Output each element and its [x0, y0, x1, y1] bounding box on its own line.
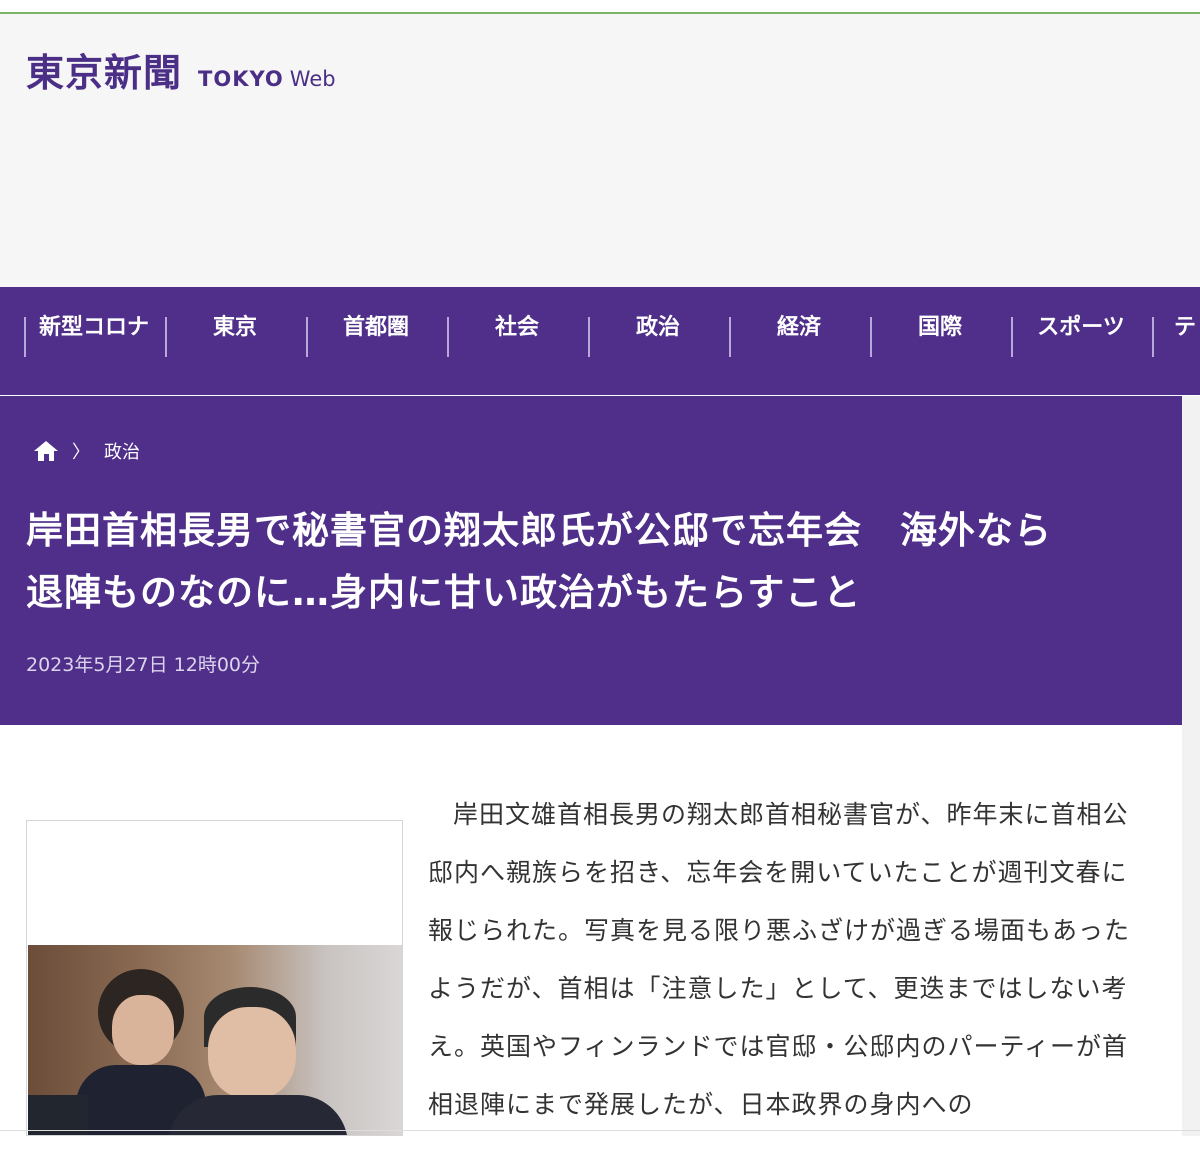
article-date: 2023年5月27日 12時00分	[26, 654, 261, 676]
category-nav: 新型コロナ 東京 首都圏 社会 政治 経済 国際 スポーツ テ	[0, 287, 1200, 395]
nav-item-label: 新型コロナ	[38, 315, 149, 340]
nav-separator	[870, 317, 872, 357]
logo-web: Web	[289, 67, 336, 91]
nav-item-society[interactable]: 社会	[447, 309, 588, 357]
nav-separator	[729, 317, 731, 357]
article-title-line1: 岸田首相長男で秘書官の翔太郎氏が公邸で忘年会 海外なら	[26, 509, 1052, 552]
breadcrumb-separator: 〉	[72, 442, 90, 463]
article-photo-card[interactable]	[26, 820, 403, 1136]
nav-item-label: 東京	[212, 315, 257, 340]
nav-item-economy[interactable]: 経済	[729, 309, 870, 357]
article-photo	[28, 945, 402, 1135]
nav-item-label: 首都圏	[342, 315, 409, 340]
nav-item-label: 社会	[494, 315, 539, 340]
nav-item-corona[interactable]: 新型コロナ	[24, 309, 165, 357]
bottom-divider	[0, 1130, 1200, 1131]
article-header: 〉 政治 岸田首相長男で秘書官の翔太郎氏が公邸で忘年会 海外なら 退陣ものなのに…	[0, 396, 1182, 725]
nav-item-label: 経済	[776, 315, 821, 340]
nav-item-label: 政治	[635, 315, 680, 340]
nav-item-metropolitan[interactable]: 首都圏	[306, 309, 447, 357]
nav-item-label: スポーツ	[1037, 315, 1125, 340]
breadcrumb-category[interactable]: 政治	[104, 438, 140, 464]
article-title: 岸田首相長男で秘書官の翔太郎氏が公邸で忘年会 海外なら 退陣ものなのに…身内に甘…	[26, 500, 1166, 624]
article-title-line2: 退陣ものなのに…身内に甘い政治がもたらすこと	[26, 571, 862, 614]
article-body: 岸田文雄首相長男の翔太郎首相秘書官が、昨年末に首相公邸内へ親族らを招き、忘年会を…	[428, 800, 1131, 1119]
photo-figure	[112, 995, 174, 1065]
nav-separator	[24, 317, 26, 357]
nav-item-sports[interactable]: スポーツ	[1011, 309, 1152, 357]
site-header: 東京新聞 TOKYO Web	[0, 14, 1200, 287]
nav-item-more[interactable]: テ	[1152, 309, 1200, 357]
home-icon[interactable]	[34, 441, 58, 461]
logo-tokyo: TOKYO	[198, 67, 284, 91]
photo-figure	[208, 1007, 296, 1099]
nav-separator	[1152, 317, 1154, 357]
nav-item-label: 国際	[917, 315, 962, 340]
site-logo[interactable]: 東京新聞 TOKYO Web	[26, 42, 336, 97]
nav-item-tokyo[interactable]: 東京	[165, 309, 306, 357]
nav-separator	[165, 317, 167, 357]
nav-separator	[447, 317, 449, 357]
logo-japanese: 東京新聞	[26, 50, 183, 95]
nav-item-politics[interactable]: 政治	[588, 309, 729, 357]
nav-separator	[588, 317, 590, 357]
breadcrumb: 〉 政治	[34, 438, 140, 464]
nav-separator	[1011, 317, 1013, 357]
page-side-strip	[1182, 396, 1200, 1136]
nav-item-international[interactable]: 国際	[870, 309, 1011, 357]
nav-separator	[306, 317, 308, 357]
nav-item-label: テ	[1174, 315, 1197, 340]
